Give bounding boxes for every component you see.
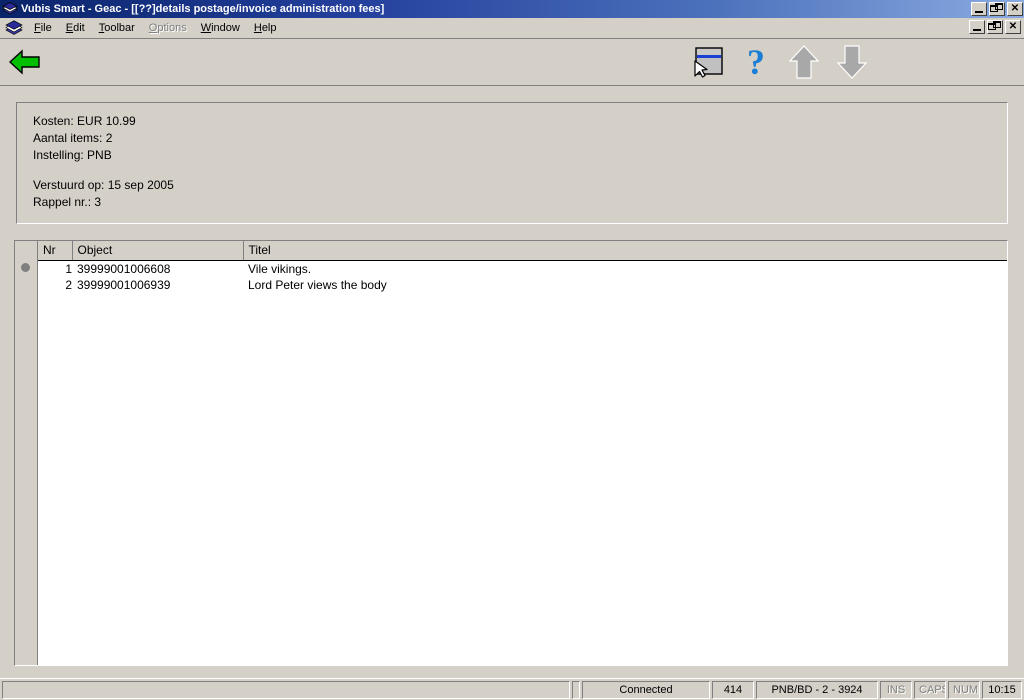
info-line-kosten: Kosten: EUR 10.99 [33, 114, 136, 128]
status-counter: 414 [712, 680, 754, 699]
cell-nr: 1 [38, 260, 72, 277]
help-question-icon[interactable]: ? [739, 43, 773, 81]
items-grid[interactable]: Nr Object Titel 1 39999001006608 Vile vi… [38, 241, 1007, 665]
minimize-icon [973, 29, 981, 31]
menu-item-window[interactable]: Window [194, 19, 247, 37]
restore-button-inner[interactable] [987, 20, 1003, 34]
arrow-up-icon[interactable] [787, 43, 821, 81]
status-num-indicator: NUM [948, 680, 980, 699]
row-marker-gutter[interactable] [15, 241, 38, 665]
window-title: Vubis Smart - Geac - [[??]details postag… [21, 3, 385, 15]
status-message [2, 680, 570, 699]
toolbar: ? [0, 39, 1024, 86]
info-line-aantal-items: Aantal items: 2 [33, 131, 113, 145]
close-button-outer[interactable]: ✕ [1007, 2, 1023, 16]
column-header-object[interactable]: Object [72, 241, 244, 261]
client-area: Kosten: EUR 10.99 Aantal items: 2 Instel… [0, 86, 1024, 678]
status-ins-indicator: INS [880, 680, 912, 699]
status-location: PNB/BD - 2 - 3924 [756, 680, 878, 699]
menu-item-file[interactable]: File [27, 19, 59, 37]
menu-bar: File Edit Toolbar Options Window Help ✕ [0, 18, 1024, 39]
status-connection: Connected [582, 680, 710, 699]
items-list[interactable]: Nr Object Titel 1 39999001006608 Vile vi… [14, 240, 1008, 666]
menu-item-options: Options [148, 22, 187, 34]
column-header-titel[interactable]: Titel [243, 241, 1007, 261]
arrow-down-icon[interactable] [835, 43, 869, 81]
table-row[interactable]: 1 39999001006608 Vile vikings. [38, 260, 1007, 277]
current-row-marker-icon [21, 263, 30, 272]
minimize-icon [975, 11, 983, 13]
cell-titel: Lord Peter views the body [243, 277, 1007, 293]
toolbar-buttons: ? [691, 43, 869, 81]
restore-icon [990, 5, 998, 12]
info-line-rappel-nr: Rappel nr.: 3 [33, 195, 102, 209]
title-bar[interactable]: Vubis Smart - Geac - [[??]details postag… [0, 0, 1024, 18]
status-bar: Connected 414 PNB/BD - 2 - 3924 INS CAPS… [0, 678, 1024, 700]
table-row[interactable]: 2 39999001006939 Lord Peter views the bo… [38, 277, 1007, 293]
close-icon: ✕ [1008, 21, 1018, 32]
books-icon[interactable] [2, 2, 18, 16]
info-line-spacer [33, 164, 1007, 177]
window-controls-outer: ✕ [971, 2, 1023, 16]
cell-object: 39999001006939 [72, 277, 243, 293]
column-header-nr[interactable]: Nr [38, 241, 73, 261]
cell-titel: Vile vikings. [243, 260, 1007, 277]
status-caps-indicator: CAPS [914, 680, 946, 699]
close-button-inner[interactable]: ✕ [1005, 20, 1021, 34]
info-line-instelling: Instelling: PNB [33, 148, 112, 162]
window-controls-inner: ✕ [969, 20, 1021, 34]
cell-nr: 2 [38, 277, 72, 293]
select-record-icon[interactable] [691, 43, 725, 81]
minimize-button-outer[interactable] [971, 2, 987, 16]
cell-object: 39999001006608 [72, 260, 243, 277]
menu-item-edit[interactable]: Edit [59, 19, 92, 37]
status-spacer [572, 680, 580, 699]
document-books-icon[interactable] [5, 20, 23, 36]
status-clock: 10:15 [982, 680, 1022, 699]
close-icon: ✕ [1010, 3, 1020, 14]
table-header-row: Nr Object Titel [38, 241, 1007, 261]
menu-item-help[interactable]: Help [247, 19, 284, 37]
restore-button-outer[interactable] [989, 2, 1005, 16]
minimize-button-inner[interactable] [969, 20, 985, 34]
restore-icon [988, 23, 996, 30]
application-window: Vubis Smart - Geac - [[??]details postag… [0, 0, 1024, 700]
invoice-summary-panel: Kosten: EUR 10.99 Aantal items: 2 Instel… [16, 102, 1008, 224]
back-arrow-icon[interactable] [8, 45, 42, 79]
menu-item-toolbar[interactable]: Toolbar [92, 19, 142, 37]
info-line-verstuurd-op: Verstuurd op: 15 sep 2005 [33, 178, 174, 192]
